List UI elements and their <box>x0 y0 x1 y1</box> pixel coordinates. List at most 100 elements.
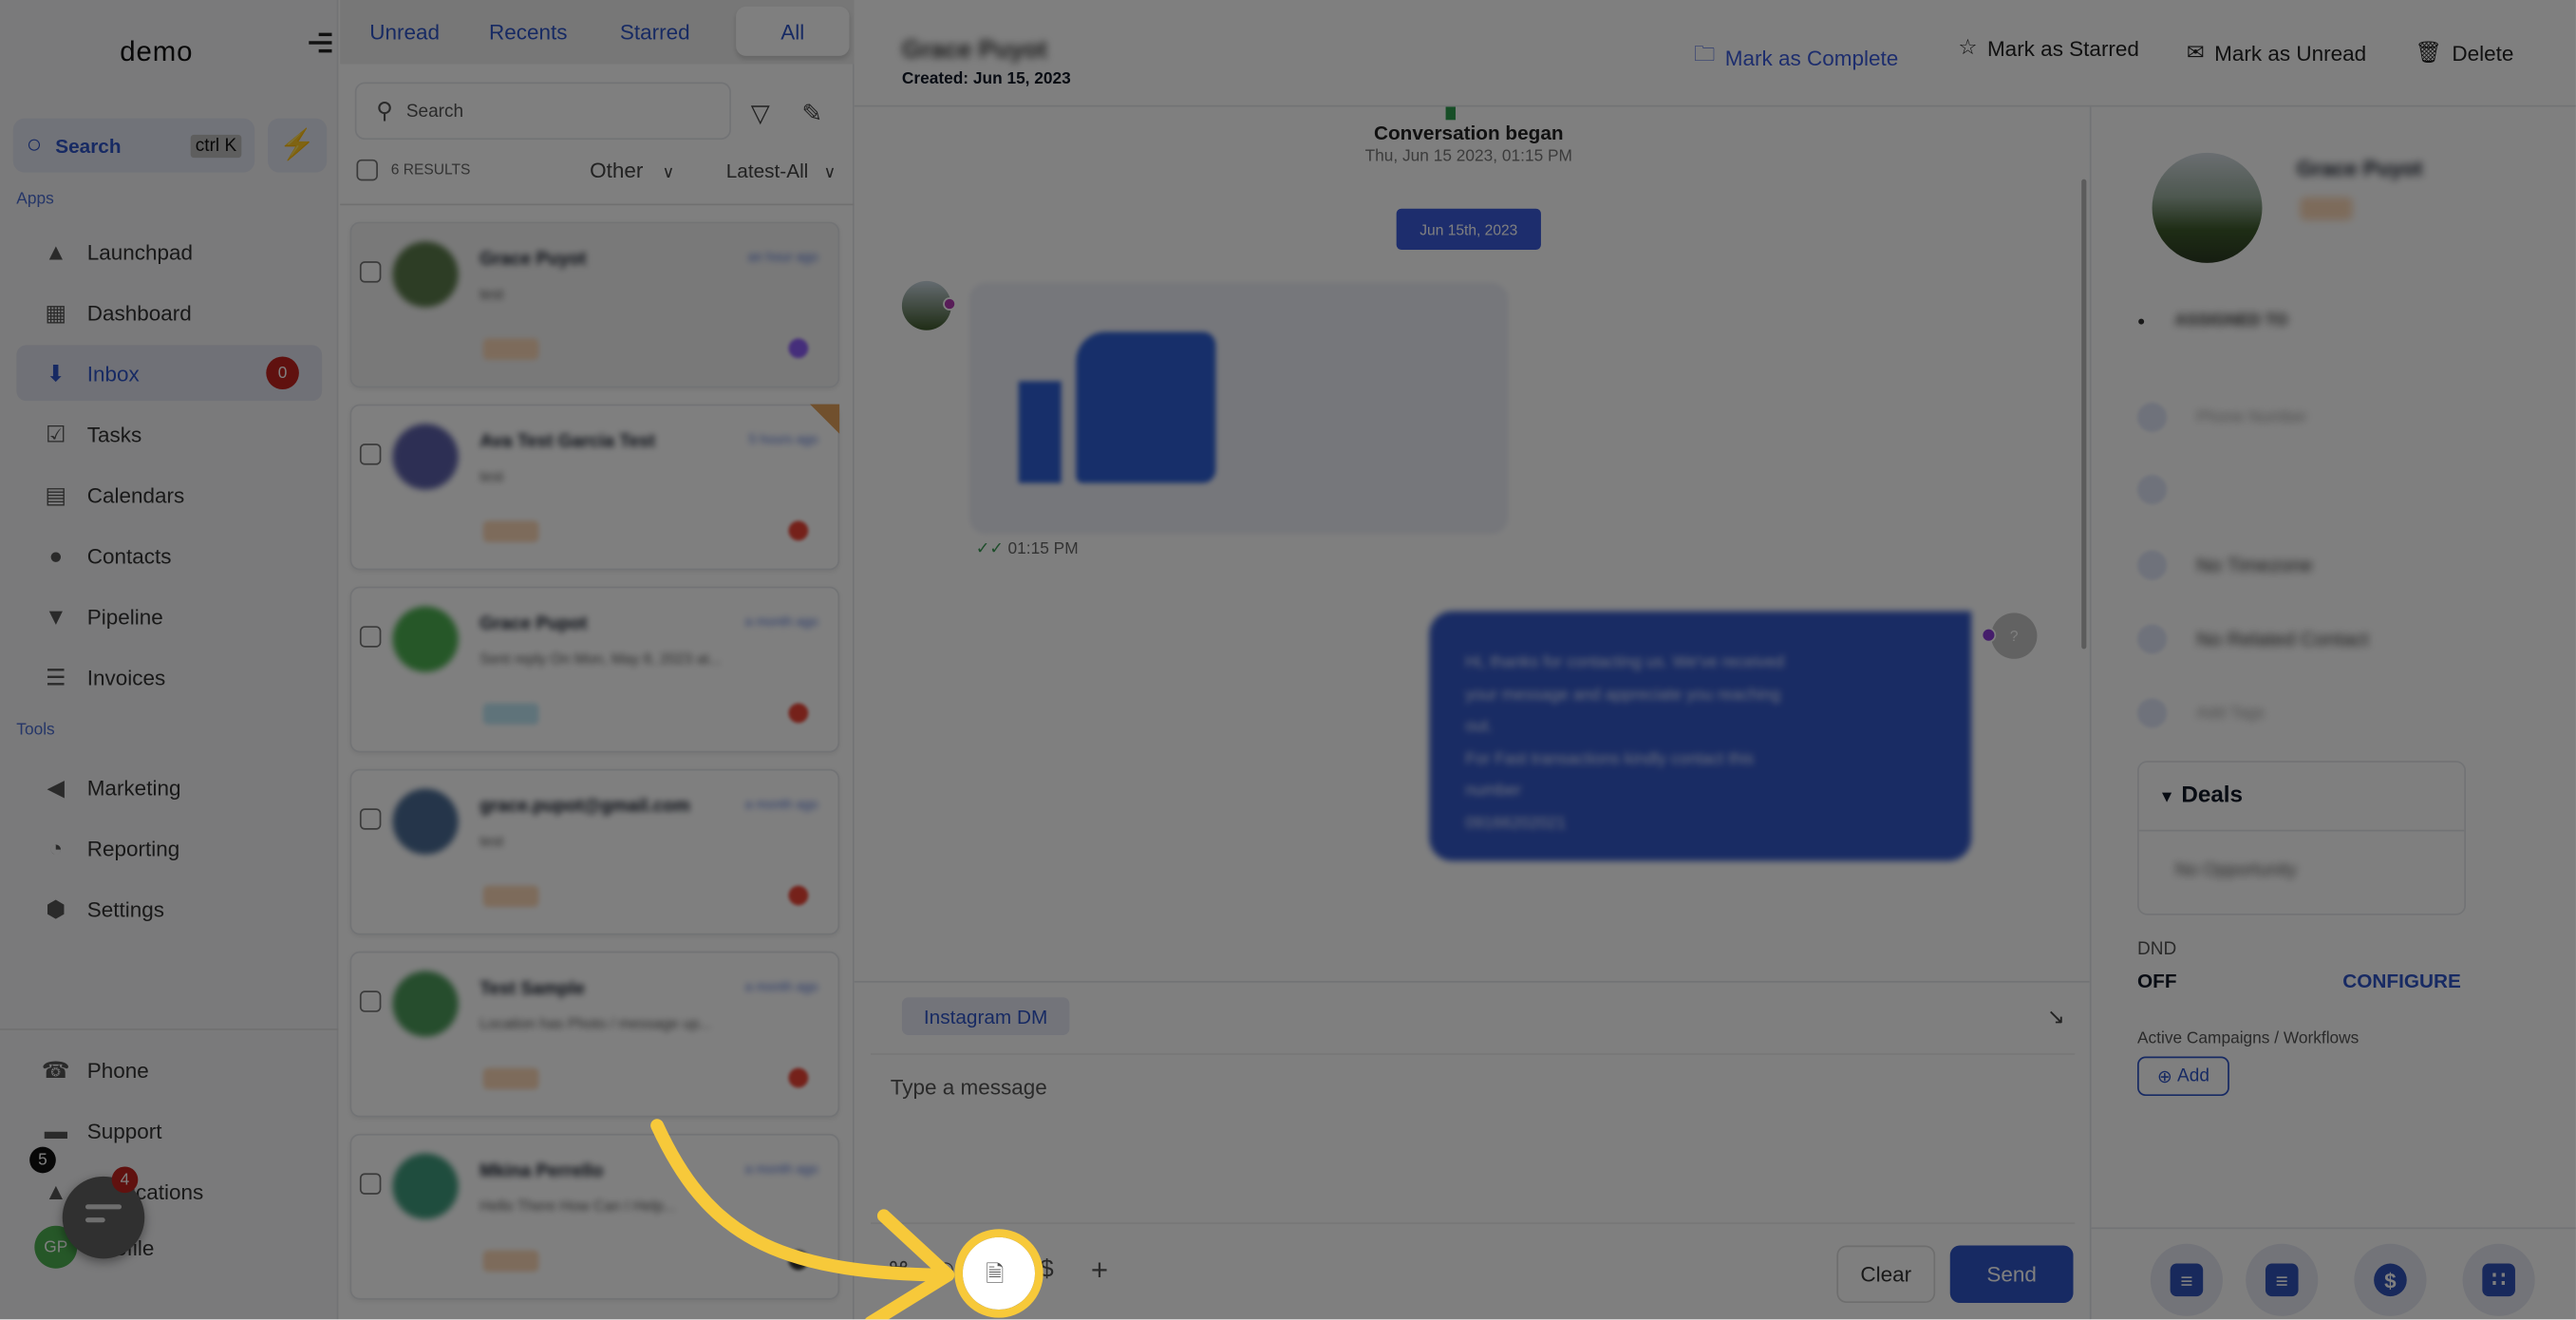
conversation-card[interactable]: grace.pupot@gmail.com a month ago test <box>349 768 840 935</box>
conversation-checkbox[interactable] <box>359 261 382 283</box>
message-preview: Location has Photo / message up... <box>479 1015 712 1032</box>
conversation-checkbox[interactable] <box>359 990 382 1012</box>
folder-icon: 🗀 <box>1693 41 1716 66</box>
tab-starred[interactable]: Starred <box>587 20 709 45</box>
channel-icon <box>788 520 809 541</box>
delivered-check-icon: ✓✓ <box>975 540 1004 559</box>
tutorial-arrow-icon <box>650 1119 955 1320</box>
sidebar-item-inbox[interactable]: ⬇ Inbox 0 <box>16 345 323 402</box>
payments-button[interactable]: $ <box>2354 1243 2427 1316</box>
results-count: 6 RESULTS <box>390 160 471 178</box>
collapse-sidebar-icon[interactable] <box>309 28 332 54</box>
sidebar-item-dashboard[interactable]: ▦ Dashboard <box>16 284 322 340</box>
sidebar-item-reporting[interactable]: ◔ Reporting <box>16 820 322 876</box>
sidebar-item-label: Pipeline <box>86 603 163 629</box>
scrollbar[interactable] <box>2081 179 2087 650</box>
sort-value: Latest-All <box>725 159 809 183</box>
tab-recents[interactable]: Recents <box>460 20 587 45</box>
filter-icon[interactable]: ▽ <box>751 99 770 128</box>
conversation-search-input[interactable]: ⚲ Search <box>354 82 731 141</box>
tag-badge <box>482 1250 539 1273</box>
sidebar-item-phone[interactable]: ☎ Phone <box>16 1042 322 1098</box>
sidebar-item-invoices[interactable]: ☰ Invoices <box>16 649 322 705</box>
date-separator: Jun 15th, 2023 <box>1396 208 1541 250</box>
dollar-icon[interactable]: $ <box>1040 1255 1053 1283</box>
tag-badge <box>482 1067 539 1090</box>
quick-actions-bolt-icon[interactable]: ⚡ <box>268 118 328 173</box>
tasks-button[interactable]: ≡ <box>2150 1243 2223 1316</box>
sidebar-item-label: Marketing <box>86 774 181 800</box>
send-button[interactable]: Send <box>1949 1245 2074 1304</box>
conversation-began-time: Thu, Jun 15 2023, 01:15 PM <box>1364 147 1572 166</box>
plus-icon[interactable]: + <box>1091 1254 1108 1288</box>
mark-complete-button[interactable]: 🗀 Mark as Complete <box>1694 40 1898 76</box>
conversation-checkbox[interactable] <box>359 443 382 465</box>
timezone-field[interactable]: No Timezone <box>2136 550 2313 580</box>
channel-icon <box>788 885 809 906</box>
mark-starred-button[interactable]: ☆ Mark as Starred <box>1958 34 2139 61</box>
type-filter-dropdown[interactable]: Other ∨ <box>590 158 674 182</box>
global-search-button[interactable]: ○ Search ctrl K <box>12 118 255 173</box>
dnd-label: DND <box>2136 939 2177 960</box>
sidebar-item-settings[interactable]: ⬢ Settings <box>16 880 322 936</box>
delete-button[interactable]: 🗑 Delete <box>2415 40 2513 66</box>
mark-unread-button[interactable]: ✉ Mark as Unread <box>2187 40 2366 66</box>
sidebar-item-launchpad[interactable]: ▲ Launchpad <box>16 223 322 279</box>
email-field[interactable] <box>2136 475 2168 505</box>
clear-button[interactable]: Clear <box>1836 1245 1936 1304</box>
apps-heading: Apps <box>16 190 54 209</box>
sidebar-item-calendars[interactable]: ▤ Calendars <box>16 466 322 522</box>
sidebar-item-support[interactable]: ▬ Support <box>16 1103 322 1159</box>
mark-complete-label: Mark as Complete <box>1724 45 1899 70</box>
tag-icon <box>2136 698 2168 728</box>
conversation-card[interactable]: Grace Puyot an hour ago test <box>349 221 840 388</box>
phone-icon <box>2136 402 2168 433</box>
phone-field[interactable]: Phone Number <box>2136 402 2307 433</box>
contact-tag <box>2300 197 2353 220</box>
compose-icon[interactable]: ✎ <box>801 99 822 128</box>
conversation-card[interactable]: Ava Test Garcia Test 5 hours ago test <box>349 404 840 571</box>
starred-corner-icon <box>809 404 840 434</box>
sidebar-item-pipeline[interactable]: ▼ Pipeline <box>16 588 322 644</box>
deals-toggle[interactable]: ▼ Deals <box>2158 781 2243 807</box>
message-input[interactable]: Type a message <box>871 1053 2076 1224</box>
sidebar: demo ○ Search ctrl K ⚡ Apps ▲ Launchpad ▦ D… <box>0 0 339 1320</box>
related-contact-field[interactable]: No Related Contact <box>2136 624 2368 654</box>
timezone-value: No Timezone <box>2196 554 2313 577</box>
conversation-checkbox[interactable] <box>359 626 382 648</box>
assigned-to[interactable]: ● ASSIGNED TO <box>2137 312 2287 330</box>
channel-selector[interactable]: Instagram DM <box>901 997 1070 1036</box>
chat-widget-badge: 4 <box>111 1166 139 1194</box>
conversation-checkbox[interactable] <box>359 808 382 830</box>
flag-icon <box>1445 106 1456 121</box>
select-all-checkbox[interactable] <box>356 159 378 181</box>
appointments-button[interactable]: ∷ <box>2462 1243 2535 1316</box>
conversation-card[interactable]: Grace Pupot a month ago Sent reply On Mon,… <box>349 586 840 753</box>
avatar <box>392 606 459 672</box>
incoming-time: ✓✓ 01:15 PM <box>976 540 1079 558</box>
sidebar-item-marketing[interactable]: ◀ Marketing <box>16 759 322 815</box>
conversation-card[interactable]: Test Sample a month ago Location has Photo… <box>349 951 840 1118</box>
campaigns-label: Active Campaigns / Workflows <box>2136 1029 2360 1048</box>
chevron-down-icon: ∨ <box>662 164 675 183</box>
sort-dropdown[interactable]: Latest-All ∨ <box>726 160 836 182</box>
type-filter-value: Other <box>590 158 644 183</box>
tab-unread[interactable]: Unread <box>347 20 460 45</box>
chat-widget-button[interactable]: 4 <box>62 1166 145 1259</box>
sidebar-item-label: Invoices <box>86 664 166 689</box>
conversation-checkbox[interactable] <box>359 1173 382 1195</box>
divider <box>340 203 855 206</box>
contact-name: Ava Test Garcia Test <box>479 432 655 452</box>
tab-all[interactable]: All <box>736 6 850 56</box>
document-template-icon[interactable]: 🗎 <box>986 1257 1004 1297</box>
tags-field[interactable]: Add Tags <box>2136 698 2265 728</box>
notes-button[interactable]: ≡ <box>2246 1243 2319 1316</box>
sidebar-item-profile[interactable]: GPProfile <box>16 1219 322 1275</box>
collapse-composer-icon[interactable]: ↘ <box>2047 1004 2065 1030</box>
add-campaign-button[interactable]: ⊕ Add <box>2136 1056 2229 1097</box>
sidebar-item-contacts[interactable]: ● Contacts <box>16 527 322 583</box>
message-line: number <box>1465 782 1522 801</box>
configure-dnd-button[interactable]: CONFIGURE <box>2342 970 2461 992</box>
sidebar-item-tasks[interactable]: ☑ Tasks <box>16 405 322 462</box>
sidebar-item-label: Dashboard <box>86 299 192 325</box>
